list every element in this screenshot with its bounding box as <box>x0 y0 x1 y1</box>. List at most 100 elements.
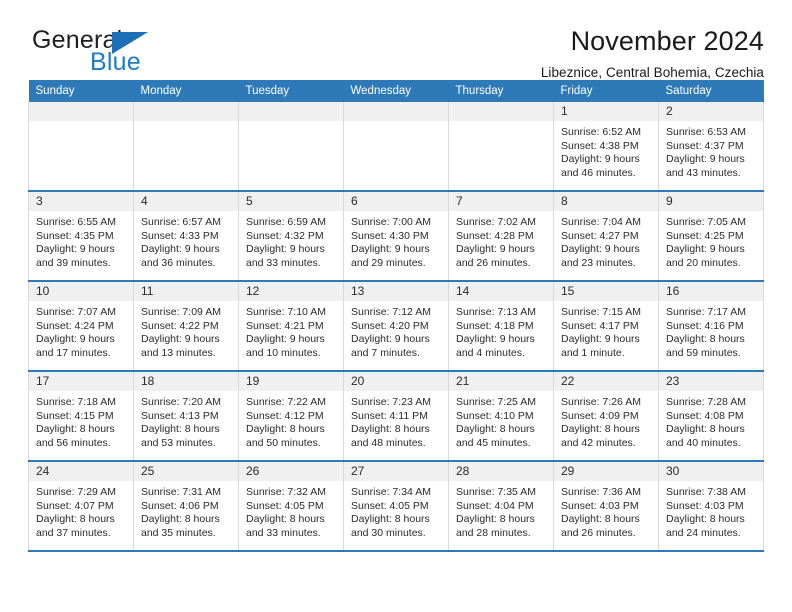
sunset-text: Sunset: 4:06 PM <box>141 499 219 512</box>
calendar-day-cell[interactable]: 22 Sunrise: 7:26 AM Sunset: 4:09 PM Dayligh… <box>553 370 659 461</box>
daylight-text: Daylight: 9 hours and 13 minutes. <box>141 333 220 359</box>
calendar-day-cell[interactable]: 13 Sunrise: 7:12 AM Sunset: 4:20 PM Dayligh… <box>343 280 449 371</box>
calendar-day-cell[interactable]: 28 Sunrise: 7:35 AM Sunset: 4:04 PM Dayligh… <box>448 460 554 552</box>
day-details: Sunrise: 7:29 AM Sunset: 4:07 PM Daylight:… <box>29 481 133 544</box>
calendar-day-cell[interactable]: 1 Sunrise: 6:52 AM Sunset: 4:38 PM Daylight… <box>553 102 659 191</box>
sunrise-text: Sunrise: 7:32 AM <box>246 486 326 498</box>
title-block: November 2024 Libeznice, Central Bohemia… <box>541 26 764 80</box>
day-details: Sunrise: 7:00 AM Sunset: 4:30 PM Daylight:… <box>344 211 448 274</box>
day-number: 26 <box>239 462 343 481</box>
sunrise-text: Sunrise: 7:38 AM <box>666 486 746 498</box>
sunrise-text: Sunrise: 7:22 AM <box>246 396 326 408</box>
calendar-day-cell[interactable]: 10 Sunrise: 7:07 AM Sunset: 4:24 PM Dayligh… <box>28 280 134 371</box>
sunset-text: Sunset: 4:38 PM <box>561 139 639 152</box>
calendar-day-cell[interactable]: 25 Sunrise: 7:31 AM Sunset: 4:06 PM Dayligh… <box>133 460 239 552</box>
sunset-text: Sunset: 4:05 PM <box>246 499 324 512</box>
calendar-day-cell[interactable]: 15 Sunrise: 7:15 AM Sunset: 4:17 PM Dayligh… <box>553 280 659 371</box>
day-details: Sunrise: 7:04 AM Sunset: 4:27 PM Daylight:… <box>554 211 658 274</box>
calendar-day-cell[interactable]: 26 Sunrise: 7:32 AM Sunset: 4:05 PM Dayligh… <box>238 460 344 552</box>
sunset-text: Sunset: 4:15 PM <box>36 409 114 422</box>
daylight-text: Daylight: 8 hours and 24 minutes. <box>666 513 745 539</box>
day-number: 7 <box>449 192 553 211</box>
calendar-day-cell[interactable]: 29 Sunrise: 7:36 AM Sunset: 4:03 PM Dayligh… <box>553 460 659 552</box>
sunrise-text: Sunrise: 7:18 AM <box>36 396 116 408</box>
brand-logo[interactable]: General Blue <box>28 26 258 84</box>
calendar-day-cell[interactable]: 16 Sunrise: 7:17 AM Sunset: 4:16 PM Dayligh… <box>658 280 764 371</box>
sunrise-text: Sunrise: 7:36 AM <box>561 486 641 498</box>
calendar-day-cell[interactable]: 19 Sunrise: 7:22 AM Sunset: 4:12 PM Dayligh… <box>238 370 344 461</box>
day-number: 16 <box>659 282 763 301</box>
daylight-text: Daylight: 9 hours and 46 minutes. <box>561 153 640 179</box>
sunrise-text: Sunrise: 7:13 AM <box>456 306 536 318</box>
day-details: Sunrise: 7:36 AM Sunset: 4:03 PM Daylight:… <box>554 481 658 544</box>
calendar-day-cell[interactable]: 21 Sunrise: 7:25 AM Sunset: 4:10 PM Dayligh… <box>448 370 554 461</box>
weekday-header-friday: Friday <box>553 80 659 102</box>
day-number: 28 <box>449 462 553 481</box>
day-details: Sunrise: 7:38 AM Sunset: 4:03 PM Daylight:… <box>659 481 763 544</box>
daylight-text: Daylight: 8 hours and 53 minutes. <box>141 423 220 449</box>
calendar-day-cell[interactable]: 9 Sunrise: 7:05 AM Sunset: 4:25 PM Daylight… <box>658 190 764 281</box>
calendar-day-cell[interactable]: 5 Sunrise: 6:59 AM Sunset: 4:32 PM Daylight… <box>238 190 344 281</box>
day-details: Sunrise: 7:23 AM Sunset: 4:11 PM Daylight:… <box>344 391 448 454</box>
day-number: 15 <box>554 282 658 301</box>
day-number: 24 <box>29 462 133 481</box>
calendar-day-cell[interactable]: 23 Sunrise: 7:28 AM Sunset: 4:08 PM Dayligh… <box>658 370 764 461</box>
calendar-day-cell[interactable]: 18 Sunrise: 7:20 AM Sunset: 4:13 PM Dayligh… <box>133 370 239 461</box>
calendar-day-cell[interactable]: 3 Sunrise: 6:55 AM Sunset: 4:35 PM Daylight… <box>28 190 134 281</box>
sunset-text: Sunset: 4:24 PM <box>36 319 114 332</box>
sunset-text: Sunset: 4:37 PM <box>666 139 744 152</box>
calendar-day-cell[interactable]: 6 Sunrise: 7:00 AM Sunset: 4:30 PM Daylight… <box>343 190 449 281</box>
sunset-text: Sunset: 4:03 PM <box>561 499 639 512</box>
sunrise-text: Sunrise: 7:28 AM <box>666 396 746 408</box>
day-details: Sunrise: 7:09 AM Sunset: 4:22 PM Daylight:… <box>134 301 238 364</box>
calendar-day-cell-empty <box>238 102 344 191</box>
day-number: 21 <box>449 372 553 391</box>
calendar-day-cell[interactable]: 11 Sunrise: 7:09 AM Sunset: 4:22 PM Dayligh… <box>133 280 239 371</box>
day-details: Sunrise: 7:07 AM Sunset: 4:24 PM Daylight:… <box>29 301 133 364</box>
day-number: 11 <box>134 282 238 301</box>
day-number <box>29 102 133 121</box>
daylight-text: Daylight: 8 hours and 50 minutes. <box>246 423 325 449</box>
calendar-day-cell[interactable]: 27 Sunrise: 7:34 AM Sunset: 4:05 PM Dayligh… <box>343 460 449 552</box>
day-number <box>134 102 238 121</box>
day-number: 2 <box>659 102 763 121</box>
day-number: 4 <box>134 192 238 211</box>
page-subtitle: Libeznice, Central Bohemia, Czechia <box>540 65 764 81</box>
day-number: 27 <box>344 462 448 481</box>
calendar-day-cell[interactable]: 8 Sunrise: 7:04 AM Sunset: 4:27 PM Daylight… <box>553 190 659 281</box>
sunset-text: Sunset: 4:10 PM <box>456 409 534 422</box>
day-number: 14 <box>449 282 553 301</box>
day-details: Sunrise: 6:57 AM Sunset: 4:33 PM Daylight:… <box>134 211 238 274</box>
daylight-text: Daylight: 8 hours and 26 minutes. <box>561 513 640 539</box>
day-number: 17 <box>29 372 133 391</box>
daylight-text: Daylight: 8 hours and 33 minutes. <box>246 513 325 539</box>
day-details: Sunrise: 7:31 AM Sunset: 4:06 PM Daylight:… <box>134 481 238 544</box>
sunrise-text: Sunrise: 7:34 AM <box>351 486 431 498</box>
calendar-day-cell[interactable]: 14 Sunrise: 7:13 AM Sunset: 4:18 PM Dayligh… <box>448 280 554 371</box>
calendar-body: 1 Sunrise: 6:52 AM Sunset: 4:38 PM Daylight… <box>28 102 764 552</box>
calendar-day-cell[interactable]: 2 Sunrise: 6:53 AM Sunset: 4:37 PM Daylight… <box>658 102 764 191</box>
daylight-text: Daylight: 8 hours and 42 minutes. <box>561 423 640 449</box>
sunrise-text: Sunrise: 7:02 AM <box>456 216 536 228</box>
sunset-text: Sunset: 4:17 PM <box>561 319 639 332</box>
sunset-text: Sunset: 4:22 PM <box>141 319 219 332</box>
sunset-text: Sunset: 4:08 PM <box>666 409 744 422</box>
calendar-day-cell[interactable]: 24 Sunrise: 7:29 AM Sunset: 4:07 PM Dayligh… <box>28 460 134 552</box>
calendar-day-cell[interactable]: 17 Sunrise: 7:18 AM Sunset: 4:15 PM Dayligh… <box>28 370 134 461</box>
calendar-day-cell[interactable]: 4 Sunrise: 6:57 AM Sunset: 4:33 PM Daylight… <box>133 190 239 281</box>
daylight-text: Daylight: 9 hours and 39 minutes. <box>36 243 115 269</box>
day-details: Sunrise: 6:59 AM Sunset: 4:32 PM Daylight:… <box>239 211 343 274</box>
day-number: 5 <box>239 192 343 211</box>
daylight-text: Daylight: 8 hours and 59 minutes. <box>666 333 745 359</box>
day-number: 10 <box>29 282 133 301</box>
day-number: 30 <box>659 462 763 481</box>
sunrise-text: Sunrise: 7:09 AM <box>141 306 221 318</box>
calendar-day-cell[interactable]: 12 Sunrise: 7:10 AM Sunset: 4:21 PM Dayligh… <box>238 280 344 371</box>
calendar-day-cell[interactable]: 20 Sunrise: 7:23 AM Sunset: 4:11 PM Dayligh… <box>343 370 449 461</box>
calendar-day-cell[interactable]: 30 Sunrise: 7:38 AM Sunset: 4:03 PM Dayligh… <box>658 460 764 552</box>
sunset-text: Sunset: 4:11 PM <box>351 409 428 422</box>
day-details: Sunrise: 7:25 AM Sunset: 4:10 PM Daylight:… <box>449 391 553 454</box>
calendar-day-cell[interactable]: 7 Sunrise: 7:02 AM Sunset: 4:28 PM Daylight… <box>448 190 554 281</box>
calendar-week-row: 10 Sunrise: 7:07 AM Sunset: 4:24 PM Dayligh… <box>28 280 764 371</box>
day-details: Sunrise: 6:53 AM Sunset: 4:37 PM Daylight:… <box>659 121 763 184</box>
